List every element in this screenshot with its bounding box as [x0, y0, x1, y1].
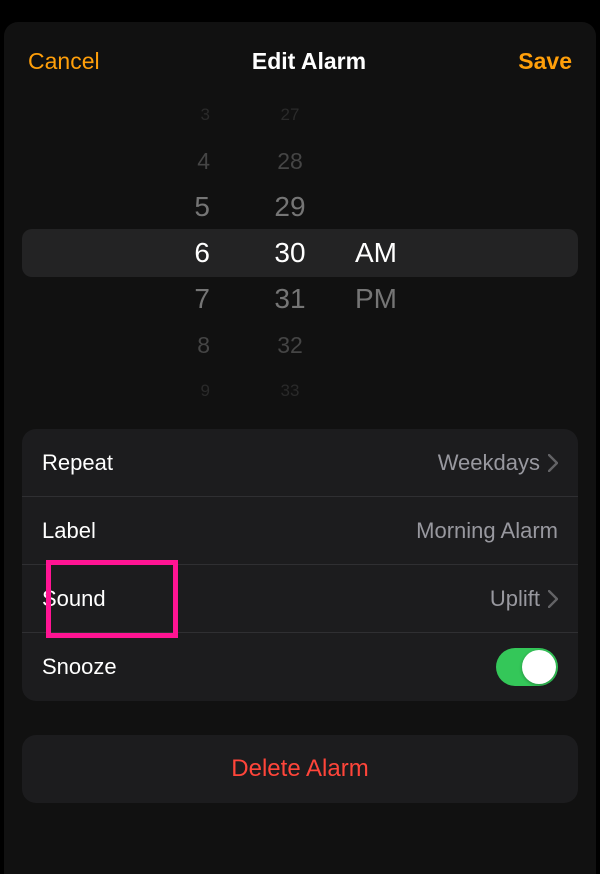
hour-option[interactable]: 4: [160, 138, 210, 184]
settings-list: Repeat Weekdays Label Morning Alarm Soun…: [22, 429, 578, 701]
minute-wheel[interactable]: 27 28 29 30 31 32 33: [235, 103, 345, 403]
minute-option[interactable]: 28: [277, 138, 303, 184]
delete-alarm-button[interactable]: Delete Alarm: [22, 735, 578, 803]
repeat-row[interactable]: Repeat Weekdays: [22, 429, 578, 497]
time-picker[interactable]: 3 4 5 6 7 8 9 27 28 29 30 31 32 33 - - -: [4, 103, 596, 403]
hour-option[interactable]: 8: [160, 322, 210, 368]
hour-option[interactable]: 7: [160, 276, 210, 322]
hour-option[interactable]: 9: [160, 368, 210, 403]
label-row[interactable]: Label Morning Alarm: [22, 497, 578, 565]
hour-wheel[interactable]: 3 4 5 6 7 8 9: [135, 103, 235, 403]
snooze-toggle[interactable]: [496, 648, 558, 686]
ampm-wheel[interactable]: - - - AM PM - -: [345, 103, 465, 403]
label-label: Label: [42, 518, 96, 544]
toggle-knob: [522, 650, 556, 684]
modal-header: Cancel Edit Alarm Save: [4, 38, 596, 93]
ampm-option[interactable]: PM: [355, 276, 397, 322]
minute-option[interactable]: 33: [281, 368, 300, 403]
minute-option[interactable]: 27: [281, 103, 300, 138]
repeat-value: Weekdays: [438, 450, 558, 476]
sound-value: Uplift: [490, 586, 558, 612]
chevron-right-icon: [548, 590, 558, 608]
minute-option[interactable]: 29: [274, 184, 305, 230]
hour-selected[interactable]: 6: [160, 230, 210, 276]
chevron-right-icon: [548, 454, 558, 472]
cancel-button[interactable]: Cancel: [28, 48, 100, 75]
edit-alarm-modal: Cancel Edit Alarm Save 3 4 5 6 7 8 9 27 …: [4, 22, 596, 874]
label-value: Morning Alarm: [416, 518, 558, 544]
minute-option[interactable]: 32: [277, 322, 303, 368]
sound-row[interactable]: Sound Uplift: [22, 565, 578, 633]
ampm-selected[interactable]: AM: [355, 230, 397, 276]
hour-option[interactable]: 3: [160, 103, 210, 138]
minute-option[interactable]: 31: [274, 276, 305, 322]
minute-selected[interactable]: 30: [274, 230, 305, 276]
repeat-label: Repeat: [42, 450, 113, 476]
hour-option[interactable]: 5: [160, 184, 210, 230]
snooze-label: Snooze: [42, 654, 117, 680]
sound-label: Sound: [42, 586, 106, 612]
modal-title: Edit Alarm: [252, 48, 366, 75]
save-button[interactable]: Save: [518, 48, 572, 75]
snooze-row: Snooze: [22, 633, 578, 701]
